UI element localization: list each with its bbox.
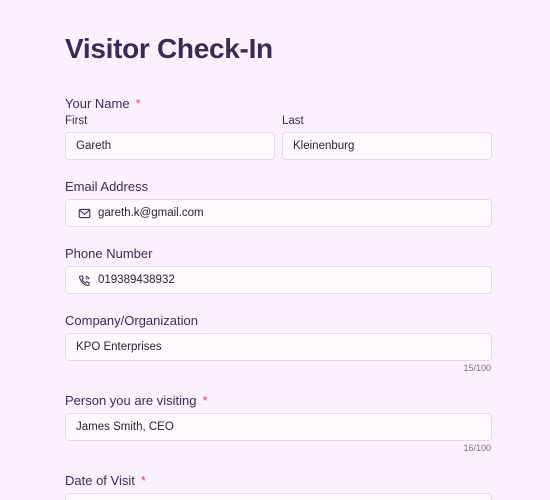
first-name-label: First: [65, 115, 88, 127]
visiting-char-counter: 16/100: [463, 443, 491, 453]
last-name-value: Kleinenburg: [293, 140, 355, 152]
required-mark: *: [202, 393, 208, 408]
email-field[interactable]: gareth.k@gmail.com: [65, 199, 492, 227]
page-title: Visitor Check-In: [65, 33, 273, 64]
phone-icon: [76, 272, 92, 288]
name-label: Your Name *: [65, 96, 141, 111]
last-name-label: Last: [282, 115, 304, 127]
visiting-input[interactable]: James Smith, CEO: [65, 413, 492, 441]
company-input[interactable]: KPO Enterprises: [65, 333, 492, 361]
company-value: KPO Enterprises: [76, 341, 162, 353]
required-mark: *: [135, 96, 141, 111]
first-name-input[interactable]: Gareth: [65, 132, 275, 160]
visiting-label-text: Person you are visiting: [65, 393, 197, 408]
visiting-label: Person you are visiting *: [65, 393, 208, 408]
first-name-value: Gareth: [76, 140, 112, 152]
date-label: Date of Visit *: [65, 473, 146, 488]
date-input[interactable]: [65, 493, 492, 500]
visiting-value: James Smith, CEO: [76, 421, 174, 433]
email-label: Email Address: [65, 179, 149, 194]
phone-field[interactable]: 019389438932: [65, 266, 492, 294]
last-name-input[interactable]: Kleinenburg: [282, 132, 492, 160]
company-char-counter: 15/100: [463, 363, 491, 373]
date-label-text: Date of Visit: [65, 473, 135, 488]
name-label-text: Your Name: [65, 96, 130, 111]
company-label: Company/Organization: [65, 313, 198, 328]
required-mark: *: [140, 473, 146, 488]
envelope-icon: [76, 205, 92, 221]
visitor-check-in-form: Visitor Check-In Your Name * First Last G…: [0, 0, 550, 500]
phone-label: Phone Number: [65, 246, 153, 261]
phone-value: 019389438932: [98, 274, 175, 286]
email-value: gareth.k@gmail.com: [98, 207, 204, 219]
